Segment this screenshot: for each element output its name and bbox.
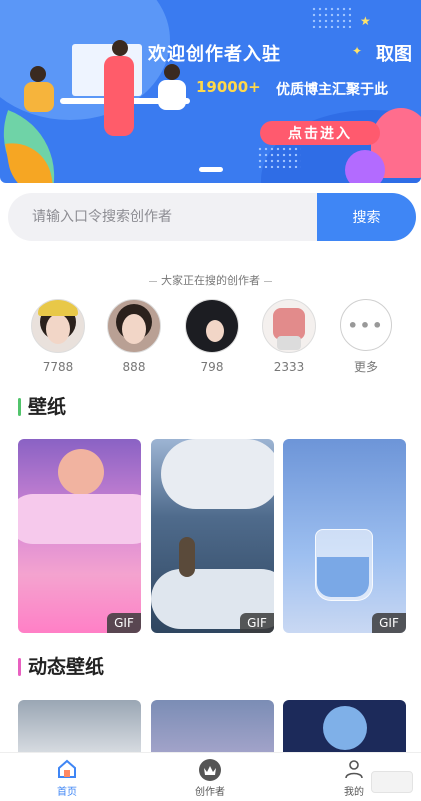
avatar-face (46, 314, 70, 344)
tab-creator[interactable]: 创作者 (180, 757, 240, 798)
creator-item[interactable]: 888 (104, 299, 164, 374)
wallpaper-thumbnail[interactable]: GIF (283, 439, 406, 633)
banner[interactable]: ★ ✦ 欢迎创作者入驻 取图 19000+ 优质博主汇聚于此 点击进入 (0, 0, 421, 183)
avatar[interactable] (31, 299, 85, 353)
live-wallpaper-thumbnail[interactable] (151, 700, 274, 760)
gif-badge: GIF (240, 613, 274, 633)
more-icon[interactable]: ••• (340, 299, 392, 351)
enter-button[interactable]: 点击进入 (260, 121, 380, 145)
star-icon: ✦ (352, 44, 363, 58)
wallpaper-thumbnail[interactable]: GIF (151, 439, 274, 633)
person-illustration (24, 82, 54, 112)
banner-count: 19000+ (196, 78, 261, 96)
live-wallpaper-thumbnail[interactable] (283, 700, 406, 760)
creator-count: 798 (200, 360, 224, 374)
creator-item[interactable]: 7788 (28, 299, 88, 374)
tab-label: 创作者 (195, 787, 225, 798)
section-title-live-wallpaper: 动态壁纸 (18, 656, 104, 678)
watermark-badge (371, 771, 413, 793)
avatar-cap (38, 300, 78, 316)
person-illustration (104, 56, 134, 136)
section-title-wallpaper: 壁纸 (18, 396, 66, 418)
banner-side-text: 取图 (376, 44, 412, 65)
creator-hint-text: 大家正在搜的创作者 (161, 274, 260, 287)
divider (149, 280, 157, 282)
banner-dots (257, 146, 301, 168)
banner-subtitle: 优质博主汇聚于此 (276, 82, 388, 98)
blossom-shape (161, 439, 274, 509)
person-illustration (112, 40, 128, 56)
search-input[interactable] (8, 193, 317, 241)
creator-item[interactable]: 798 (182, 299, 242, 374)
more-creators[interactable]: ••• 更多 (336, 299, 396, 375)
moon-shape (58, 449, 104, 495)
avatar-face (206, 320, 224, 342)
creator-count: 888 (122, 360, 146, 374)
wallpaper-thumbnail[interactable]: GIF (18, 439, 141, 633)
cloud-shape (18, 494, 141, 544)
creator-count: 7788 (42, 360, 74, 374)
person-illustration (164, 64, 180, 80)
avatar-robot-body (277, 336, 301, 350)
creator-count: 2333 (273, 360, 305, 374)
search-button[interactable]: 搜索 (317, 193, 416, 241)
person-illustration (30, 66, 46, 82)
water-shape (317, 557, 369, 597)
avatar[interactable] (185, 299, 239, 353)
more-label: 更多 (353, 360, 378, 374)
crown-icon (180, 757, 240, 781)
avatar[interactable] (262, 299, 316, 353)
avatar[interactable] (107, 299, 161, 353)
carousel-indicator (199, 167, 223, 172)
star-icon: ★ (360, 14, 371, 28)
person-illustration (158, 80, 186, 110)
avatar-face (122, 314, 146, 344)
banner-title: 欢迎创作者入驻 (148, 44, 281, 65)
live-wallpaper-thumbnail[interactable] (18, 700, 141, 760)
creator-hint: 大家正在搜的创作者 (0, 272, 421, 288)
boat-shape (179, 537, 195, 577)
search-bar: 搜索 (8, 193, 416, 241)
tab-home[interactable]: 首页 (37, 757, 97, 798)
planet-shape (323, 706, 367, 750)
home-icon (37, 757, 97, 781)
divider (264, 280, 272, 282)
banner-dots (311, 6, 351, 28)
tab-bar: 首页 创作者 我的 (0, 752, 421, 801)
creator-item[interactable]: 2333 (259, 299, 319, 374)
tab-label: 首页 (57, 787, 77, 798)
gif-badge: GIF (107, 613, 141, 633)
flower-illustration (345, 150, 385, 183)
gif-badge: GIF (372, 613, 406, 633)
